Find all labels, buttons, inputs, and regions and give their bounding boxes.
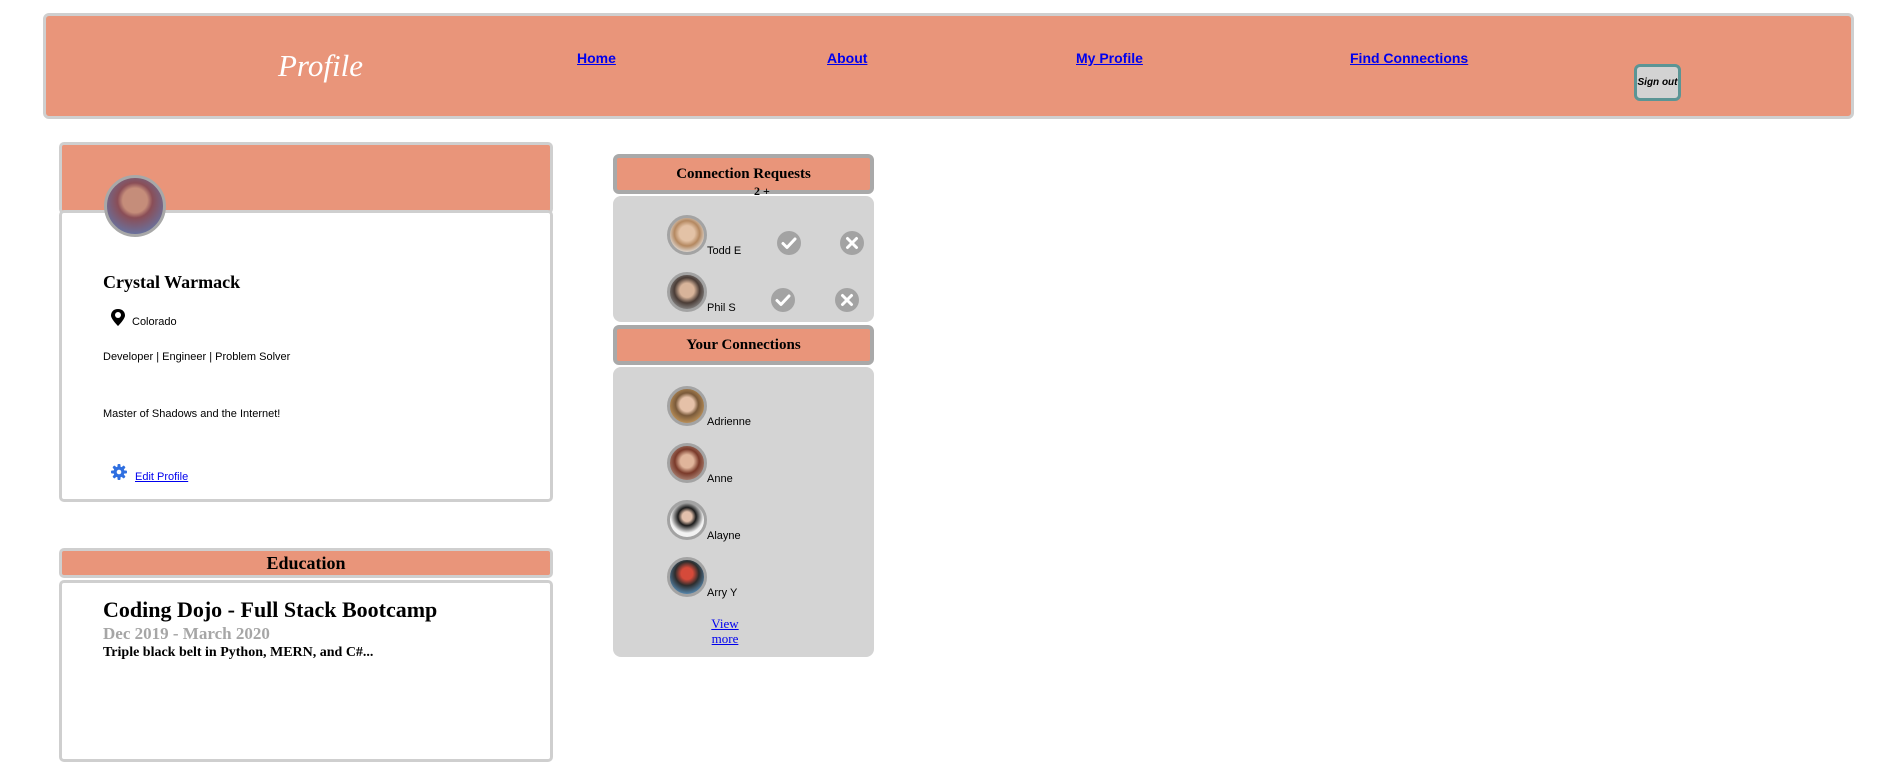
connection-name[interactable]: Arry Y	[707, 587, 737, 599]
avatar	[667, 557, 707, 597]
your-connections-header: Your Connections	[613, 325, 874, 365]
profile-avatar	[104, 175, 166, 237]
profile-tagline: Developer | Engineer | Problem Solver	[103, 351, 291, 363]
accept-check-icon[interactable]	[776, 230, 802, 256]
connection-requests-title: Connection Requests	[676, 166, 811, 182]
education-title: Coding Dojo - Full Stack Bootcamp	[103, 597, 438, 622]
profile-location: Colorado	[132, 316, 177, 328]
edit-profile-link[interactable]: Edit Profile	[135, 471, 188, 483]
nav-home-link[interactable]: Home	[577, 50, 616, 66]
avatar	[667, 386, 707, 426]
top-navbar: Profile Home About My Profile Find Conne…	[43, 13, 1854, 119]
connection-name[interactable]: Anne	[707, 473, 733, 485]
avatar	[667, 443, 707, 483]
accept-check-icon[interactable]	[770, 287, 796, 313]
avatar	[667, 215, 707, 255]
decline-x-icon[interactable]	[839, 230, 865, 256]
location-pin-icon	[111, 309, 125, 326]
sign-out-button[interactable]: Sign out	[1634, 64, 1681, 101]
profile-bio: Master of Shadows and the Internet!	[103, 408, 281, 420]
education-heading: Education	[59, 548, 553, 578]
your-connections-panel	[613, 367, 874, 657]
view-more-link[interactable]: View more	[700, 616, 750, 646]
connection-name[interactable]: Adrienne	[707, 416, 751, 428]
request-name: Todd E	[707, 245, 742, 257]
brand-title: Profile	[278, 48, 363, 83]
nav-find-connections-link[interactable]: Find Connections	[1350, 50, 1468, 66]
decline-x-icon[interactable]	[834, 287, 860, 313]
education-dates: Dec 2019 - March 2020	[103, 624, 270, 643]
gear-icon[interactable]	[111, 464, 127, 480]
nav-about-link[interactable]: About	[827, 50, 867, 66]
avatar	[667, 272, 707, 312]
avatar	[667, 500, 707, 540]
connection-name[interactable]: Alayne	[707, 530, 741, 542]
request-name: Phil S	[707, 302, 736, 314]
education-description: Triple black belt in Python, MERN, and C…	[103, 645, 374, 660]
nav-my-profile-link[interactable]: My Profile	[1076, 50, 1143, 66]
profile-name: Crystal Warmack	[103, 272, 241, 292]
